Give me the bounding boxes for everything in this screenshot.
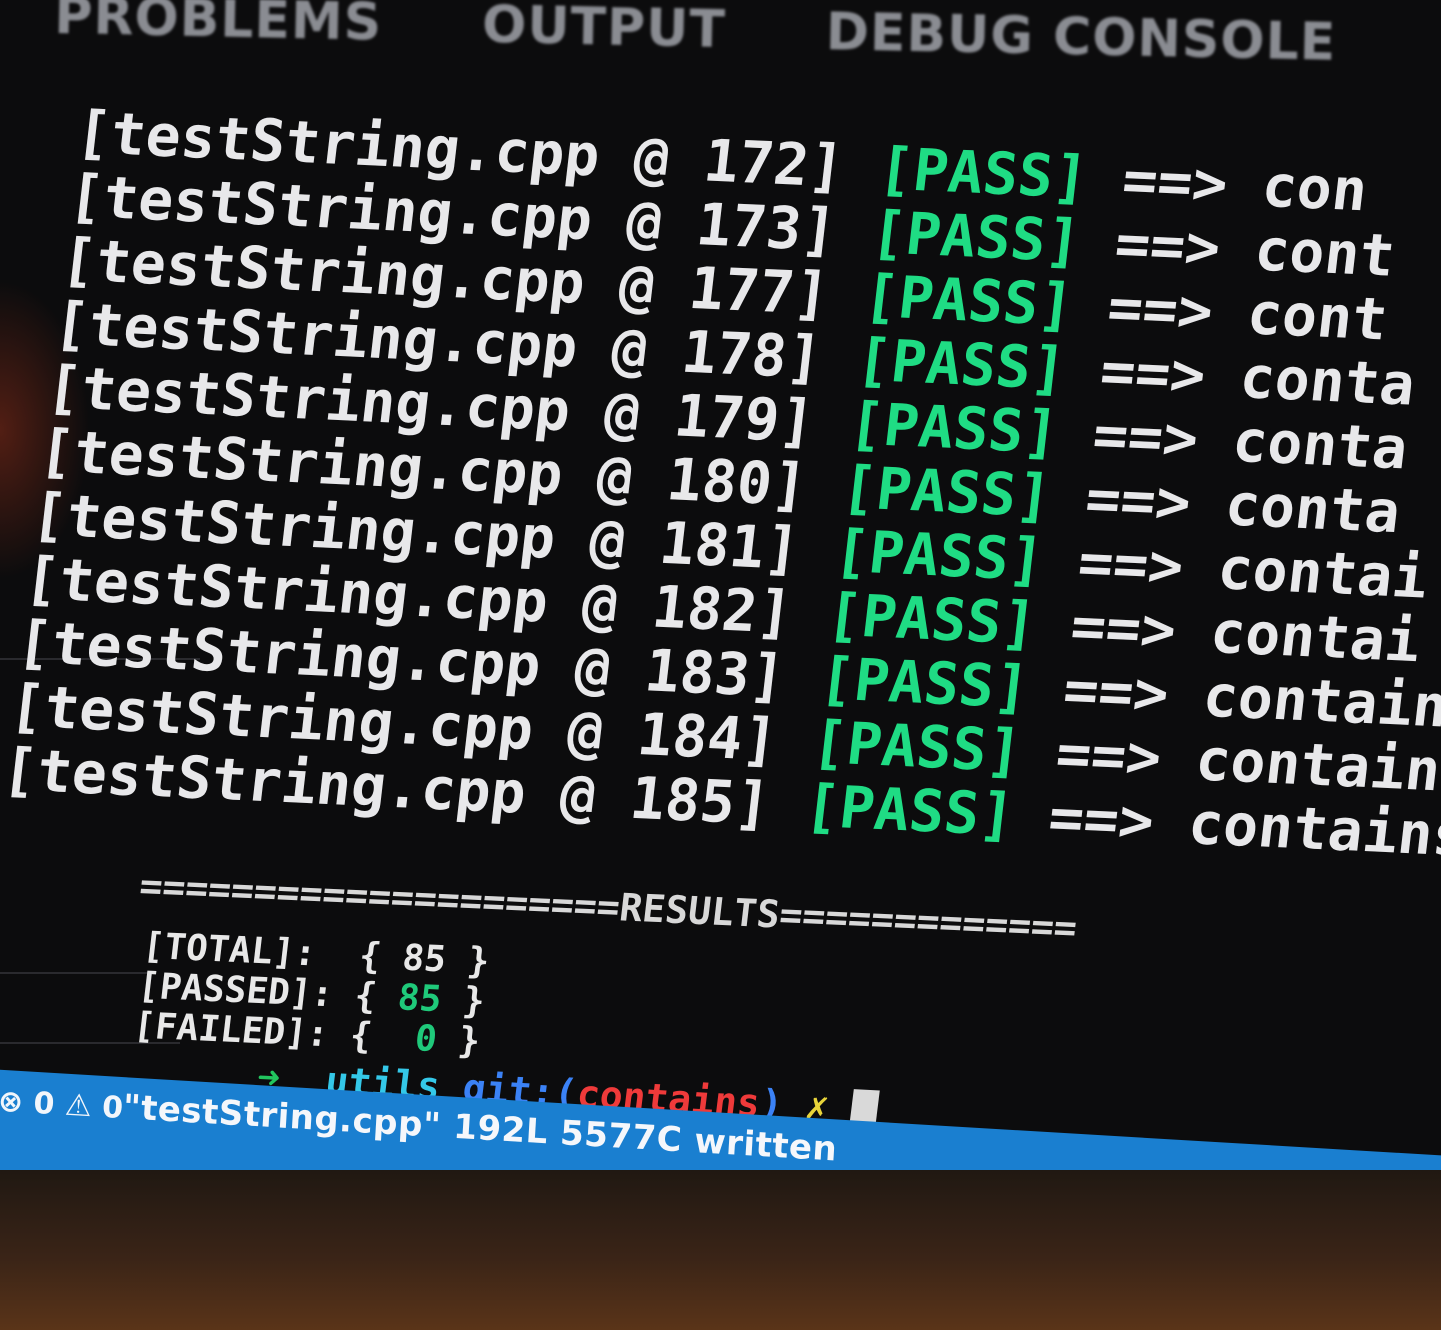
arrow-text: ==> [1104,272,1217,346]
warning-triangle-icon: ⚠ [63,1087,93,1125]
passed-value: 85 [395,977,444,1021]
terminal-output: [testString.cpp @ 172] [PASS] ==> con [t… [0,98,1441,1062]
test-description: contains [1184,789,1441,870]
editor-divider [0,972,150,974]
tab-debug-console[interactable]: DEBUG CONSOLE [825,2,1337,73]
arrow-text: ==> [1111,209,1225,282]
error-circle-icon: ⊗ [0,1083,25,1121]
arrow-text: ==> [1096,336,1210,410]
warning-count: 0 [101,1089,125,1127]
error-count: 0 [32,1085,56,1123]
arrow-text: ==> [1074,527,1188,601]
monitor-bezel [0,1170,1441,1330]
test-description: cont [1251,215,1399,290]
arrow-text: ==> [1082,464,1195,537]
arrow-text: ==> [1059,655,1173,728]
failed-value: 0 [412,1018,440,1061]
tab-output[interactable]: OUTPUT [482,0,727,60]
panel-tabs: PROBLEMS OUTPUT DEBUG CONSOLE [54,0,1337,73]
arrow-text: ==> [1052,719,1166,792]
test-description: cont [1243,279,1392,354]
problems-indicator[interactable]: ⊗ 0 ⚠ 0 [0,1084,124,1126]
arrow-text: ==> [1089,400,1202,473]
test-description: con [1258,151,1371,225]
failed-label: [FAILED]: [131,1005,331,1056]
arrow-text: ==> [1067,591,1180,665]
terminal-screen: PROBLEMS OUTPUT DEBUG CONSOLE [testStrin… [0,0,1441,1330]
tab-problems[interactable]: PROBLEMS [54,0,383,53]
arrow-text: ==> [1118,145,1232,218]
arrow-text: ==> [1045,782,1158,856]
pass-badge: [PASS] [800,771,1019,849]
total-value: 85 [400,937,449,981]
